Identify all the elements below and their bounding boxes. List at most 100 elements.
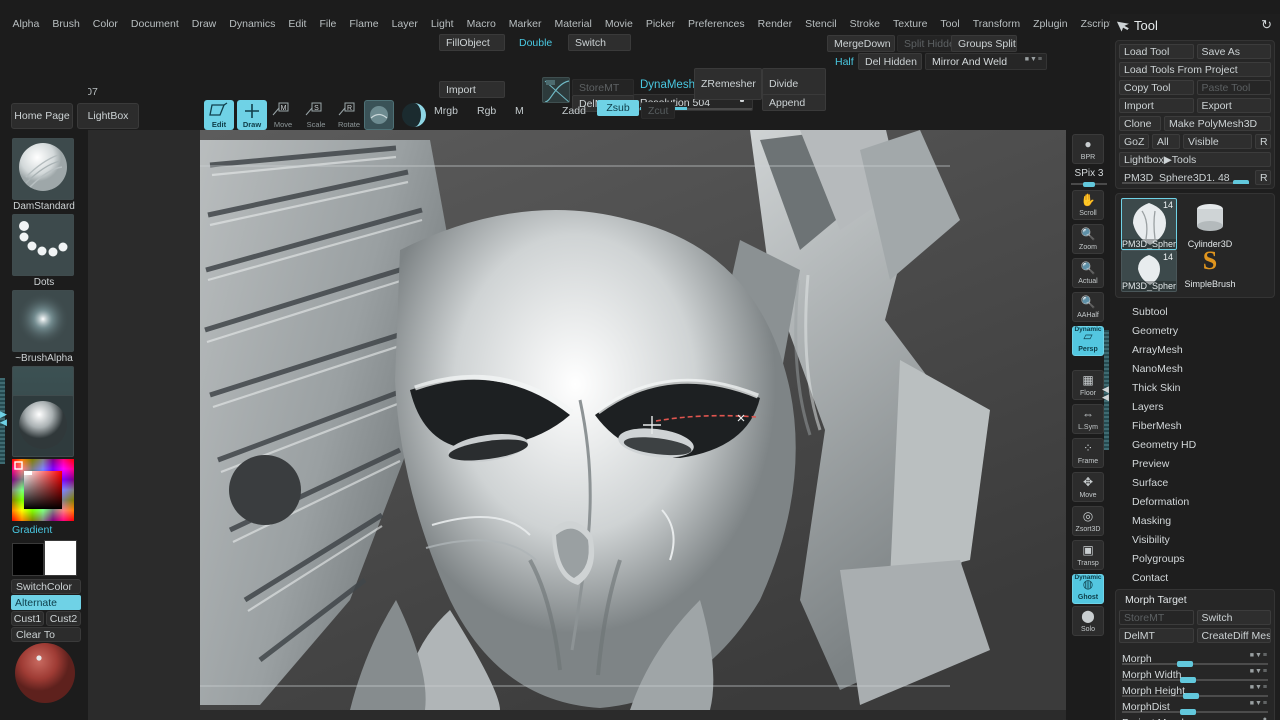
3d-viewport[interactable]	[200, 130, 1066, 710]
rotate-button[interactable]: R Rotate	[335, 102, 363, 128]
mrgb-button[interactable]: Mrgb	[427, 102, 467, 119]
current-color-sphere[interactable]	[14, 642, 76, 704]
menu-item-material[interactable]: Material	[548, 17, 598, 31]
current-material-thumbnail[interactable]	[12, 395, 74, 457]
reset-arrow-icon[interactable]: ↻	[1261, 17, 1272, 33]
zremesher-button[interactable]: ZRemesher	[694, 68, 762, 100]
menu-item-stroke[interactable]: Stroke	[843, 17, 886, 31]
lightbox-button[interactable]: LightBox	[77, 103, 139, 129]
copy-tool-button[interactable]: Copy Tool	[1119, 80, 1194, 95]
menu-item-picker[interactable]: Picker	[639, 17, 681, 31]
subpalette-thick-skin[interactable]: Thick Skin	[1110, 378, 1280, 397]
subpalette-deformation[interactable]: Deformation	[1110, 492, 1280, 511]
current-tool-slider[interactable]: PM3D_Sphere3D1. 48	[1119, 170, 1252, 185]
switch-color-button[interactable]: SwitchColor	[11, 579, 81, 594]
morph-creatediffmesh-button[interactable]: CreateDiff Mesh	[1197, 628, 1272, 643]
subpalette-nanomesh[interactable]: NanoMesh	[1110, 359, 1280, 378]
double-button[interactable]: Double	[512, 34, 564, 51]
scale-button[interactable]: S Scale	[303, 102, 329, 128]
subpalette-preview[interactable]: Preview	[1110, 454, 1280, 473]
slider-morph-width[interactable]: Morph Width■▼≡	[1119, 668, 1271, 681]
menu-item-draw[interactable]: Draw	[185, 17, 223, 31]
morph-switch-button[interactable]: Switch	[1197, 610, 1272, 625]
zsub-button[interactable]: Zsub	[597, 100, 639, 116]
menu-item-transform[interactable]: Transform	[966, 17, 1026, 31]
clear-to-button[interactable]: Clear To	[11, 627, 81, 642]
subpalette-polygroups[interactable]: Polygroups	[1110, 549, 1280, 568]
mirror-and-weld-slider[interactable]: Mirror And Weld ■▼≡	[925, 53, 1047, 70]
edit-button[interactable]: Edit	[204, 100, 234, 130]
paste-tool-button[interactable]: Paste Tool	[1197, 80, 1272, 95]
menu-item-layer[interactable]: Layer	[385, 17, 424, 31]
switch-button[interactable]: Switch	[568, 34, 631, 51]
subpalette-masking[interactable]: Masking	[1110, 511, 1280, 530]
shelf-button-persp[interactable]: ▱DynamicPersp	[1072, 326, 1104, 356]
groups-split-button[interactable]: Groups Split	[951, 35, 1017, 52]
del-hidden-button[interactable]: Del Hidden	[858, 53, 922, 70]
subpalette-surface[interactable]: Surface	[1110, 473, 1280, 492]
menu-item-movie[interactable]: Movie	[598, 17, 639, 31]
subpalette-geometry[interactable]: Geometry	[1110, 321, 1280, 340]
menu-item-flame[interactable]: Flame	[343, 17, 385, 31]
current-stroke-thumbnail[interactable]	[12, 214, 74, 276]
all-button[interactable]: All	[1152, 134, 1180, 149]
color-picker[interactable]	[12, 459, 74, 521]
import-button[interactable]: Import	[439, 81, 505, 98]
menu-item-preferences[interactable]: Preferences	[682, 17, 752, 31]
shelf-button-solo[interactable]: ⬤Solo	[1072, 606, 1104, 636]
subpalette-geometry-hd[interactable]: Geometry HD	[1110, 435, 1280, 454]
subpalette-contact[interactable]: Contact	[1110, 568, 1280, 587]
zadd-button[interactable]: Zadd	[555, 102, 595, 119]
mergedown-button[interactable]: MergeDown	[827, 35, 895, 52]
spix-slider[interactable]: SPix 3	[1070, 168, 1108, 188]
tool-thumb-pm3d-sphere3d[interactable]: 14 PM3D_Sphere3D	[1121, 198, 1177, 250]
cust1-button[interactable]: Cust1	[11, 611, 44, 626]
shelf-button-transp[interactable]: ▣Transp	[1072, 540, 1104, 570]
subpalette-layers[interactable]: Layers	[1110, 397, 1280, 416]
menu-item-brush[interactable]: Brush	[46, 17, 86, 31]
secondary-color-swatch[interactable]	[44, 540, 77, 576]
fillobject-button[interactable]: FillObject	[439, 34, 505, 51]
shelf-button-actual[interactable]: 🔍Actual	[1072, 258, 1104, 288]
rgb-button[interactable]: Rgb	[470, 102, 504, 119]
left-shelf-arrow-icon[interactable]: ▶ ◀	[0, 410, 7, 426]
slider-morph[interactable]: Morph■▼≡	[1119, 652, 1271, 665]
lightbox-tools-button[interactable]: Lightbox▶Tools	[1119, 152, 1271, 167]
tool-thumb-cylinder3d[interactable]: Cylinder3D	[1182, 198, 1238, 250]
slider-morph-height[interactable]: Morph Height■▼≡	[1119, 684, 1271, 697]
alternate-button[interactable]: Alternate	[11, 595, 81, 610]
subpalette-visibility[interactable]: Visibility	[1110, 530, 1280, 549]
right-shelf-arrow-icon[interactable]: ◀ ◀	[1102, 385, 1109, 401]
menu-item-marker[interactable]: Marker	[502, 17, 548, 31]
home-page-button[interactable]: Home Page	[11, 103, 73, 129]
gradient-label[interactable]: Gradient	[12, 524, 52, 536]
subpalette-fibermesh[interactable]: FiberMesh	[1110, 416, 1280, 435]
import-tool-button[interactable]: Import	[1119, 98, 1194, 113]
export-tool-button[interactable]: Export	[1197, 98, 1272, 113]
subpalette-subtool[interactable]: Subtool	[1110, 302, 1280, 321]
shelf-button-frame[interactable]: ⁘Frame	[1072, 438, 1104, 468]
load-tools-from-project-button[interactable]: Load Tools From Project	[1119, 62, 1271, 77]
slider-project-morph[interactable]: Project Morph●	[1119, 716, 1271, 720]
cust2-button[interactable]: Cust2	[46, 611, 81, 626]
shelf-button-move[interactable]: ✥Move	[1072, 472, 1104, 502]
storemt-button[interactable]: StoreMT	[572, 79, 634, 96]
half-button[interactable]: Half	[828, 53, 856, 70]
menu-item-texture[interactable]: Texture	[886, 17, 933, 31]
menu-item-render[interactable]: Render	[751, 17, 798, 31]
menu-item-alpha[interactable]: Alpha	[6, 17, 46, 31]
material-sphere-icon[interactable]	[399, 100, 429, 130]
tool-thumb-pm3d-sphere3d-2[interactable]: 14 PM3D_Sphere3D	[1121, 250, 1177, 292]
menu-item-file[interactable]: File	[313, 17, 343, 31]
menu-item-zplugin[interactable]: Zplugin	[1027, 17, 1074, 31]
m-button[interactable]: M	[508, 102, 530, 119]
menu-item-stencil[interactable]: Stencil	[799, 17, 844, 31]
shelf-button-aahalf[interactable]: 🔍AAHalf	[1072, 292, 1104, 322]
subpalette-arraymesh[interactable]: ArrayMesh	[1110, 340, 1280, 359]
draw-button[interactable]: Draw	[237, 100, 267, 130]
morph-delmt-button[interactable]: DelMT	[1119, 628, 1194, 643]
current-brush-swatch[interactable]	[364, 100, 394, 130]
menu-item-dynamics[interactable]: Dynamics	[223, 17, 282, 31]
dynamesh-button[interactable]: DynaMesh	[633, 76, 703, 93]
shelf-button-ghost[interactable]: ◍DynamicGhost	[1072, 574, 1104, 604]
